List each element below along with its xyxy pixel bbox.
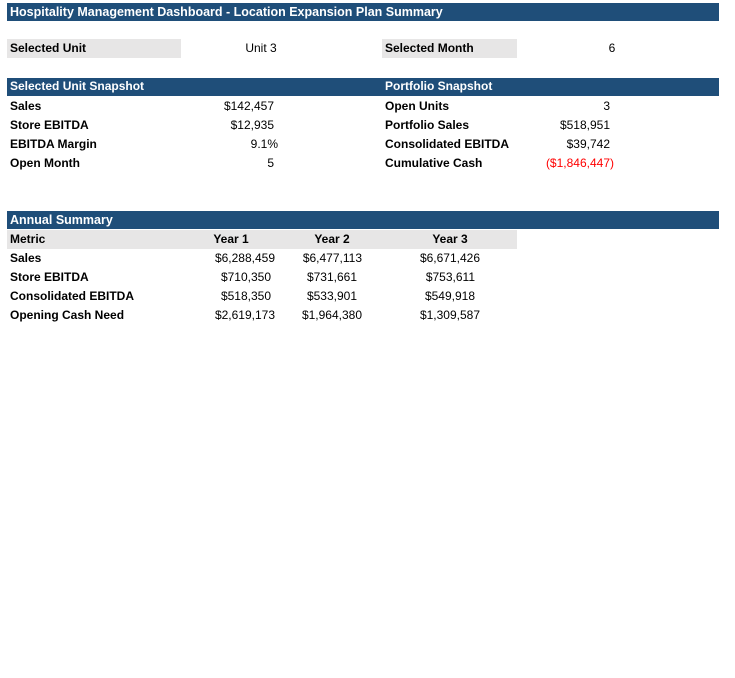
annual-row-store-ebitda-year1: $710,350 <box>220 270 271 284</box>
column-header-year1: Year 1 <box>213 232 249 246</box>
portfolio-sales-label: Portfolio Sales <box>385 118 470 132</box>
selected-unit-value[interactable]: Unit 3 <box>181 39 341 58</box>
unit-open-month-label: Open Month <box>10 156 80 170</box>
annual-row-sales-year2: $6,477,113 <box>302 251 362 265</box>
cumulative-cash-value: ($1,846,447) <box>545 156 614 170</box>
open-units-value: 3 <box>603 99 610 113</box>
annual-row-consolidated-ebitda-year3: $549,918 <box>424 289 475 303</box>
annual-row-store-ebitda-year3: $753,611 <box>425 270 475 284</box>
unit-snapshot-header: Selected Unit Snapshot <box>10 79 145 93</box>
cumulative-cash-label: Cumulative Cash <box>385 156 483 170</box>
unit-margin-label: EBITDA Margin <box>10 137 97 151</box>
unit-margin-value: 9.1% <box>250 137 278 151</box>
annual-row-opening-cash-year2: $1,964,380 <box>301 308 362 322</box>
portfolio-sales-value: $518,951 <box>559 118 610 132</box>
annual-row-sales-year1: $6,288,459 <box>214 251 275 265</box>
annual-row-opening-cash-year1: $2,619,173 <box>214 308 275 322</box>
annual-row-consolidated-ebitda-year2: $533,901 <box>306 289 357 303</box>
unit-ebitda-label: Store EBITDA <box>10 118 89 132</box>
consolidated-ebitda-value: $39,742 <box>566 137 610 151</box>
annual-row-opening-cash-year3: $1,309,587 <box>419 308 480 322</box>
unit-sales-value: $142,457 <box>223 99 274 113</box>
annual-row-consolidated-ebitda-label: Consolidated EBITDA <box>10 289 135 303</box>
unit-open-month-value: 5 <box>267 156 274 170</box>
annual-row-opening-cash-label: Opening Cash Need <box>10 308 125 322</box>
selected-month-label: Selected Month <box>382 39 517 58</box>
annual-row-store-ebitda-label: Store EBITDA <box>10 270 89 284</box>
column-header-metric: Metric <box>10 232 46 246</box>
annual-row-sales-label: Sales <box>10 251 42 265</box>
consolidated-ebitda-label: Consolidated EBITDA <box>385 137 510 151</box>
annual-row-store-ebitda-year2: $731,661 <box>306 270 357 284</box>
unit-ebitda-value: $12,935 <box>230 118 274 132</box>
annual-summary-header: Annual Summary <box>7 211 719 229</box>
portfolio-snapshot-header: Portfolio Snapshot <box>385 79 493 93</box>
open-units-label: Open Units <box>385 99 450 113</box>
column-header-year3: Year 3 <box>432 232 468 246</box>
dashboard-title: Hospitality Management Dashboard - Locat… <box>7 3 719 21</box>
selected-unit-label: Selected Unit <box>7 39 181 58</box>
column-header-year2: Year 2 <box>314 232 350 246</box>
annual-row-consolidated-ebitda-year1: $518,350 <box>220 289 271 303</box>
annual-row-sales-year3: $6,671,426 <box>419 251 480 265</box>
unit-sales-label: Sales <box>10 99 42 113</box>
selected-month-value[interactable]: 6 <box>560 39 664 58</box>
